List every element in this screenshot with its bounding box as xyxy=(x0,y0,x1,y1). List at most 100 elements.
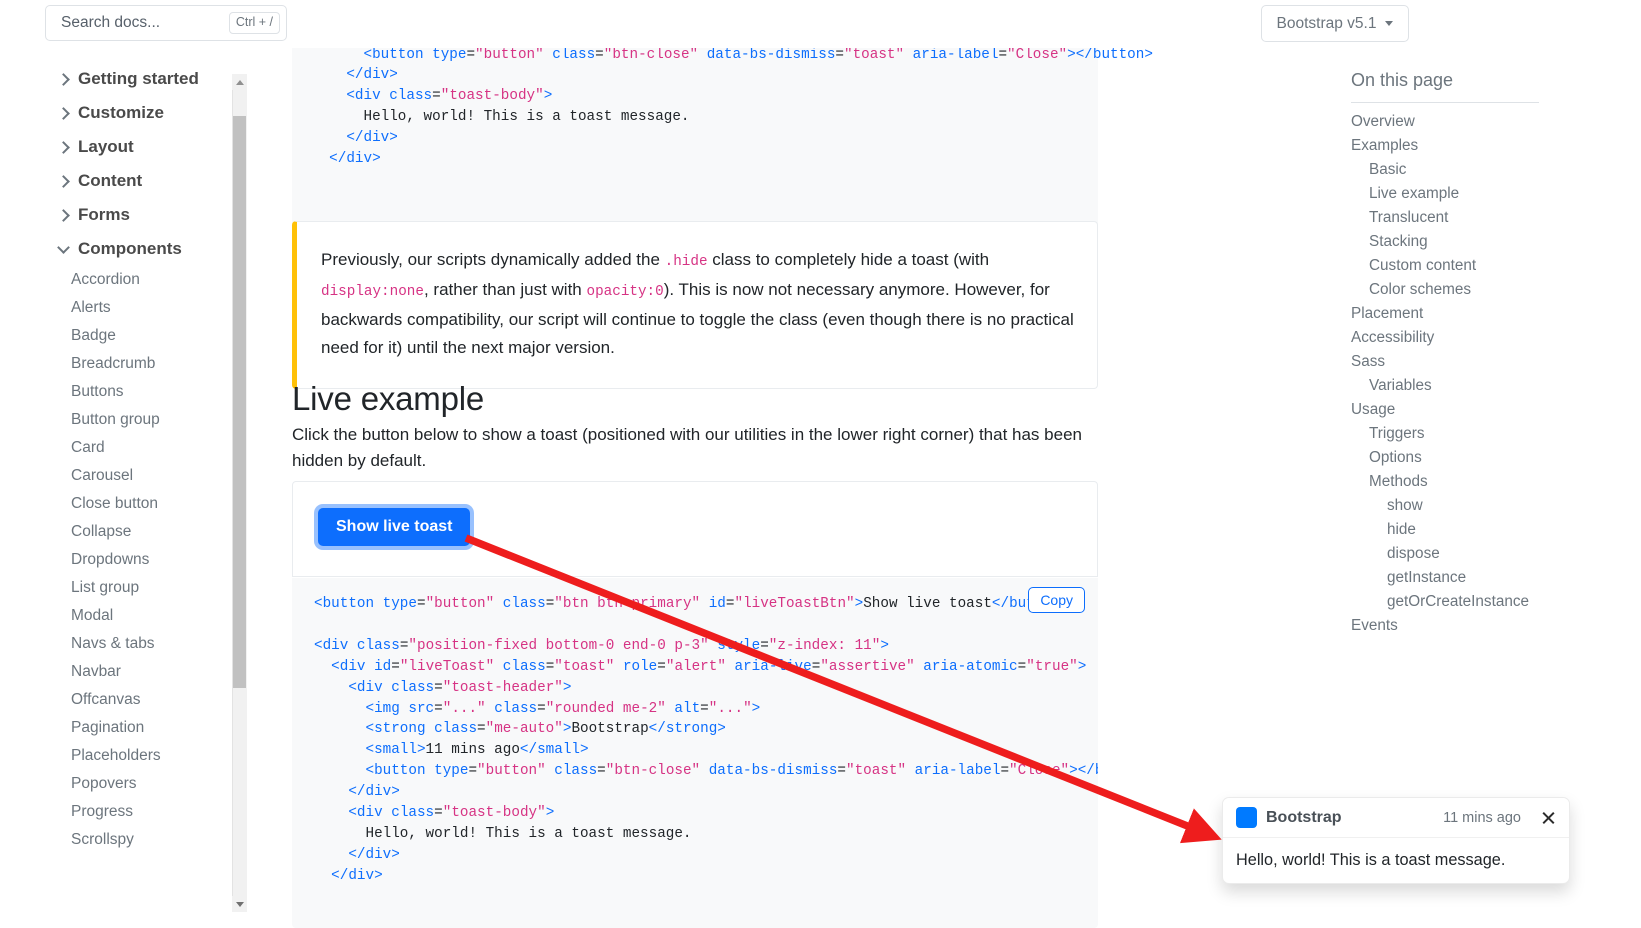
toc-list: Overview Examples Basic Live example Translu… xyxy=(1351,110,1631,638)
callout-code-displaynone: display:none xyxy=(321,284,424,300)
code-line: <small>11 mins ago</small> xyxy=(365,742,589,759)
sidebar-item-progress[interactable]: Progress xyxy=(59,798,248,826)
search-box[interactable]: Ctrl + / xyxy=(45,5,287,41)
sidebar-item-navbar[interactable]: Navbar xyxy=(59,658,248,686)
code-line: <button type="button" class="btn btn-pri… xyxy=(314,596,1069,612)
chevron-right-icon xyxy=(57,140,70,154)
chevron-right-icon xyxy=(57,208,70,222)
toc-item-live-example[interactable]: Live example xyxy=(1351,182,1631,206)
sidebar-group-getting-started[interactable]: Getting started xyxy=(57,62,248,96)
toc-item-placement[interactable]: Placement xyxy=(1351,302,1631,326)
toc-heading: On this page xyxy=(1351,70,1539,103)
code-line: <img src="..." class="rounded me-2" alt=… xyxy=(365,700,761,717)
toc-item-triggers[interactable]: Triggers xyxy=(1351,422,1631,446)
sidebar-item-close-button[interactable]: Close button xyxy=(59,490,248,518)
show-live-toast-button[interactable]: Show live toast xyxy=(318,508,471,546)
copy-button[interactable]: Copy xyxy=(1028,587,1085,613)
toc-item-variables[interactable]: Variables xyxy=(1351,374,1631,398)
code-line: <strong class="me-auto">Bootstrap</stron… xyxy=(365,721,726,738)
toc-item-show[interactable]: show xyxy=(1351,494,1631,518)
sidebar-item-scrollspy[interactable]: Scrollspy xyxy=(59,826,248,854)
close-icon[interactable] xyxy=(1541,810,1556,825)
sidebar-item-modal[interactable]: Modal xyxy=(59,602,248,630)
search-shortcut-hint: Ctrl + / xyxy=(228,12,280,34)
toc-item-hide[interactable]: hide xyxy=(1351,518,1631,542)
callout-code-opacity: opacity:0 xyxy=(586,284,664,300)
toast-header: Bootstrap 11 mins ago xyxy=(1223,798,1569,838)
sidebar-item-collapse[interactable]: Collapse xyxy=(59,518,248,546)
chevron-down-icon xyxy=(1385,21,1394,26)
sidebar-scrollbar-thumb[interactable] xyxy=(233,116,246,688)
code-line: <div class="toast-body"> xyxy=(348,805,555,822)
sidebar-group-layout[interactable]: Layout xyxy=(57,130,248,164)
toc-item-custom-content[interactable]: Custom content xyxy=(1351,254,1631,278)
toast-title: Bootstrap xyxy=(1266,808,1342,826)
toc-item-accessibility[interactable]: Accessibility xyxy=(1351,326,1631,350)
callout-warning: Previously, our scripts dynamically adde… xyxy=(292,221,1098,389)
callout-text-3: , rather than just with xyxy=(423,280,587,299)
code-line: </div> xyxy=(348,784,400,801)
toc-item-events[interactable]: Events xyxy=(1351,614,1631,638)
chevron-right-icon xyxy=(57,174,70,188)
sidebar-item-badge[interactable]: Badge xyxy=(59,322,248,350)
chevron-down-icon xyxy=(57,241,70,254)
toc-item-overview[interactable]: Overview xyxy=(1351,110,1631,134)
sidebar-group-label: Getting started xyxy=(78,69,199,88)
sidebar-item-alerts[interactable]: Alerts xyxy=(59,294,248,322)
version-selector-label: Bootstrap v5.1 xyxy=(1276,14,1377,32)
toc-item-stacking[interactable]: Stacking xyxy=(1351,230,1631,254)
triangle-up-icon xyxy=(235,79,244,85)
toc-item-color-schemes[interactable]: Color schemes xyxy=(1351,278,1631,302)
sidebar-group-content[interactable]: Content xyxy=(57,164,248,198)
sidebar-item-buttons[interactable]: Buttons xyxy=(59,378,248,406)
version-selector[interactable]: Bootstrap v5.1 xyxy=(1261,5,1409,42)
sidebar-item-navs-tabs[interactable]: Navs & tabs xyxy=(59,630,248,658)
toc-item-dispose[interactable]: dispose xyxy=(1351,542,1631,566)
sidebar-item-accordion[interactable]: Accordion xyxy=(59,266,248,294)
main-content: <img src="..." class="rounded me-2" alt=… xyxy=(256,0,1641,928)
sidebar-nav: Getting started Customize Layout Content For… xyxy=(57,62,248,854)
toc-item-getinstance[interactable]: getInstance xyxy=(1351,566,1631,590)
sidebar-item-dropdowns[interactable]: Dropdowns xyxy=(59,546,248,574)
toc-item-options[interactable]: Options xyxy=(1351,446,1631,470)
code-line: </div> xyxy=(329,151,381,168)
toc-item-getorcreateinstance[interactable]: getOrCreateInstance xyxy=(1351,590,1631,614)
sidebar-item-card[interactable]: Card xyxy=(59,434,248,462)
code-line: </div> xyxy=(331,867,383,884)
code-line: Hello, world! This is a toast message. xyxy=(365,825,692,842)
toc-item-methods[interactable]: Methods xyxy=(1351,470,1631,494)
toc-item-sass[interactable]: Sass xyxy=(1351,350,1631,374)
sidebar-group-components[interactable]: Components xyxy=(57,232,248,266)
sidebar-item-placeholders[interactable]: Placeholders xyxy=(59,742,248,770)
search-input[interactable] xyxy=(59,8,219,38)
code-line: <div id="liveToast" class="toast" role="… xyxy=(331,658,1087,675)
toc-item-translucent[interactable]: Translucent xyxy=(1351,206,1631,230)
sidebar-item-button-group[interactable]: Button group xyxy=(59,406,248,434)
sidebar-group-label: Customize xyxy=(78,103,164,122)
code-line: <div class="toast-body"> xyxy=(346,88,553,105)
code-line: </div> xyxy=(348,846,400,863)
sidebar-group-forms[interactable]: Forms xyxy=(57,198,248,232)
toc-item-examples[interactable]: Examples xyxy=(1351,134,1631,158)
table-of-contents: On this page Overview Examples Basic Live e… xyxy=(1351,70,1631,638)
sidebar: Getting started Customize Layout Content For… xyxy=(0,48,256,928)
sidebar-scroll-down-button[interactable] xyxy=(232,896,247,912)
toc-item-basic[interactable]: Basic xyxy=(1351,158,1631,182)
code-line: <div class="toast-header"> xyxy=(348,679,572,696)
sidebar-group-customize[interactable]: Customize xyxy=(57,96,248,130)
sidebar-item-pagination[interactable]: Pagination xyxy=(59,714,248,742)
toast-avatar-icon xyxy=(1236,807,1257,828)
sidebar-scroll-area: Getting started Customize Layout Content For… xyxy=(0,48,248,928)
sidebar-item-popovers[interactable]: Popovers xyxy=(59,770,248,798)
callout-text-1: Previously, our scripts dynamically adde… xyxy=(321,250,665,269)
section-description: Click the button below to show a toast (… xyxy=(292,425,1082,470)
sidebar-scroll-up-button[interactable] xyxy=(232,74,247,90)
callout-code-hide: .hide xyxy=(664,254,708,270)
sidebar-item-list-group[interactable]: List group xyxy=(59,574,248,602)
sidebar-item-breadcrumb[interactable]: Breadcrumb xyxy=(59,350,248,378)
code-line: </div> xyxy=(346,130,398,147)
sidebar-item-offcanvas[interactable]: Offcanvas xyxy=(59,686,248,714)
toc-item-usage[interactable]: Usage xyxy=(1351,398,1631,422)
sidebar-item-carousel[interactable]: Carousel xyxy=(59,462,248,490)
